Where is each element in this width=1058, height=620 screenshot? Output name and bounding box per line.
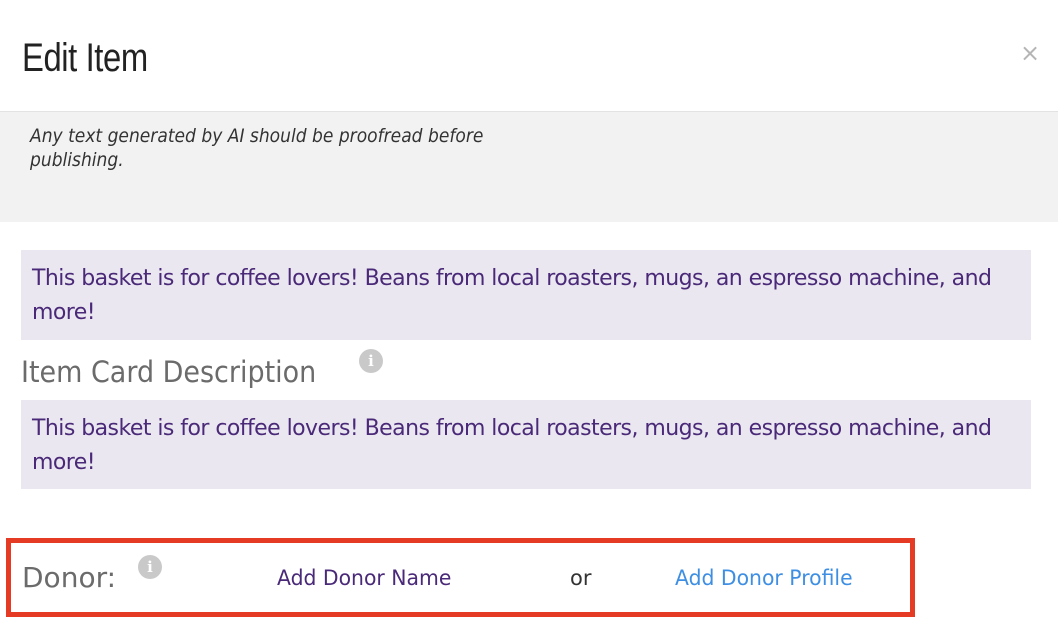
- add-donor-profile-link[interactable]: Add Donor Profile: [675, 562, 853, 594]
- description-text: This basket is for coffee lovers! Beans …: [32, 266, 992, 325]
- info-icon[interactable]: i: [138, 555, 162, 579]
- add-donor-name-link[interactable]: Add Donor Name: [277, 562, 451, 594]
- donor-label: Donor:: [22, 561, 117, 594]
- edit-item-modal: Edit Item × Any text generated by AI sho…: [0, 0, 1058, 620]
- or-separator: or: [570, 566, 592, 590]
- description-field[interactable]: This basket is for coffee lovers! Beans …: [21, 250, 1031, 340]
- modal-title: Edit Item: [22, 36, 148, 80]
- item-card-description-text: This basket is for coffee lovers! Beans …: [32, 416, 992, 475]
- notice-text: Any text generated by AI should be proof…: [30, 125, 484, 171]
- ai-proofread-notice: Any text generated by AI should be proof…: [0, 112, 1058, 222]
- item-card-description-field[interactable]: This basket is for coffee lovers! Beans …: [21, 400, 1031, 489]
- item-card-description-label: Item Card Description: [21, 355, 317, 389]
- close-icon[interactable]: ×: [1016, 38, 1044, 68]
- info-icon[interactable]: i: [359, 349, 383, 373]
- modal-header: Edit Item ×: [0, 0, 1058, 112]
